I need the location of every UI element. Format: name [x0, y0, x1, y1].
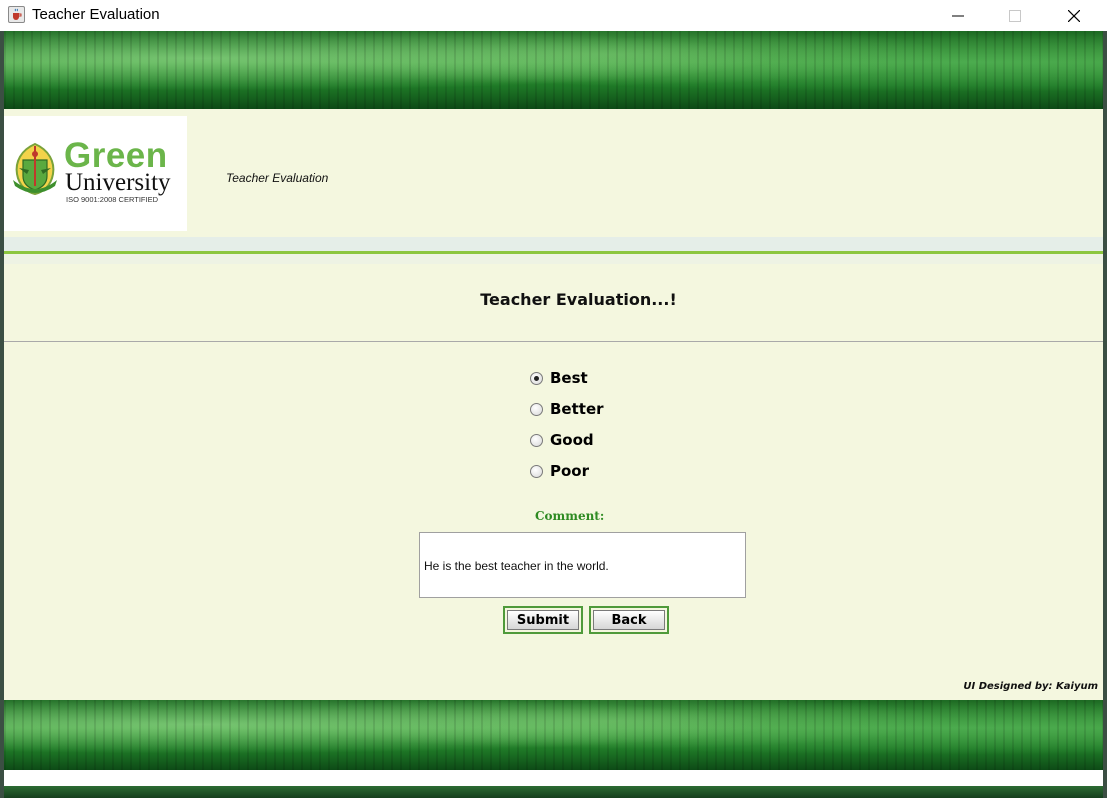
heading-divider — [4, 341, 1103, 342]
logo-university-text: University — [65, 169, 171, 196]
minimize-button[interactable] — [935, 0, 981, 31]
back-button[interactable]: Back — [589, 606, 669, 634]
maximize-icon — [1009, 9, 1021, 22]
submit-button-label: Submit — [507, 610, 579, 630]
designer-credit: UI Designed by: Kaiyum — [963, 681, 1098, 692]
header-caption: Teacher Evaluation — [226, 171, 329, 185]
close-button[interactable] — [1051, 0, 1097, 31]
java-cup-icon — [8, 6, 25, 23]
bottom-edge-image — [4, 786, 1103, 798]
footer-strip — [4, 770, 1103, 786]
window-content: Green University ISO 9001:2008 CERTIFIED… — [4, 31, 1103, 798]
comment-textarea[interactable]: He is the best teacher in the world. — [419, 532, 746, 598]
radio-button[interactable] — [530, 464, 543, 478]
header-divider-band-lower — [4, 254, 1103, 264]
top-banner-image — [4, 31, 1103, 109]
university-emblem-icon — [13, 142, 57, 196]
rating-option-label: Good — [550, 431, 594, 449]
page-title: Teacher Evaluation...! — [480, 290, 677, 309]
header-divider-band — [4, 237, 1103, 251]
comment-label: Comment: — [535, 509, 605, 523]
radio-button[interactable] — [530, 402, 543, 416]
close-icon — [1068, 9, 1080, 22]
submit-button[interactable]: Submit — [503, 606, 583, 634]
back-button-label: Back — [593, 610, 665, 630]
maximize-button[interactable] — [992, 0, 1038, 31]
rating-option-label: Poor — [550, 462, 590, 480]
logo-iso-text: ISO 9001:2008 CERTIFIED — [66, 195, 158, 204]
rating-option-label: Best — [550, 369, 588, 387]
title-bar: Teacher Evaluation — [0, 0, 1107, 31]
rating-option-good[interactable]: Good — [530, 431, 594, 449]
radio-button-selected[interactable] — [530, 371, 543, 385]
university-logo: Green University ISO 9001:2008 CERTIFIED — [4, 116, 187, 231]
window-title: Teacher Evaluation — [32, 6, 160, 23]
minimize-icon — [952, 15, 964, 16]
bottom-banner-image — [4, 700, 1103, 770]
radio-button[interactable] — [530, 433, 543, 447]
rating-option-best[interactable]: Best — [530, 369, 588, 387]
rating-option-label: Better — [550, 400, 604, 418]
rating-option-poor[interactable]: Poor — [530, 462, 589, 480]
window-border-right — [1103, 31, 1107, 798]
rating-option-better[interactable]: Better — [530, 400, 604, 418]
